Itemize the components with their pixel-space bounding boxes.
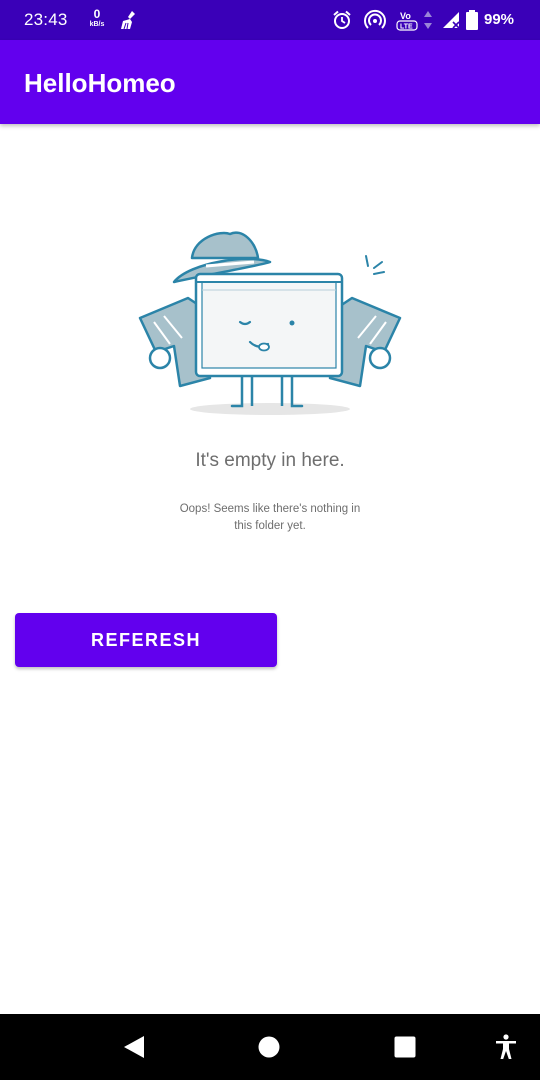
battery-icon (466, 10, 478, 30)
svg-text:Vo: Vo (400, 11, 411, 21)
status-time: 23:43 (24, 10, 68, 29)
empty-state-message: Oops! Seems like there's nothing in this… (179, 503, 361, 532)
navigation-bar (0, 1014, 540, 1080)
cleaner-icon (121, 11, 135, 30)
volte-icon: Vo LTE (396, 11, 418, 31)
alarm-icon (333, 10, 351, 29)
refresh-button[interactable]: REFERESH (15, 613, 277, 667)
network-speed: 0 kB/s (86, 8, 108, 28)
network-speed-unit: kB/s (89, 21, 105, 28)
empty-state-title: It's empty in here. (195, 450, 345, 471)
svg-text:LTE: LTE (400, 24, 413, 31)
network-speed-value: 0 (93, 7, 101, 21)
signal-icon (443, 12, 460, 29)
app-title: HelloHomeo (24, 68, 176, 98)
status-bar: 23:43 0 kB/s Vo LTE 99% (0, 0, 540, 40)
home-icon[interactable] (258, 1036, 280, 1058)
back-icon[interactable] (122, 1035, 146, 1059)
data-arrows-icon (424, 11, 432, 29)
recents-icon[interactable] (394, 1036, 416, 1058)
accessibility-icon[interactable] (494, 1034, 518, 1060)
hotspot-icon (364, 9, 386, 29)
folder-detective-illustration (138, 231, 402, 415)
battery-level: 99% (484, 11, 515, 28)
app-bar: HelloHomeo (0, 40, 540, 124)
